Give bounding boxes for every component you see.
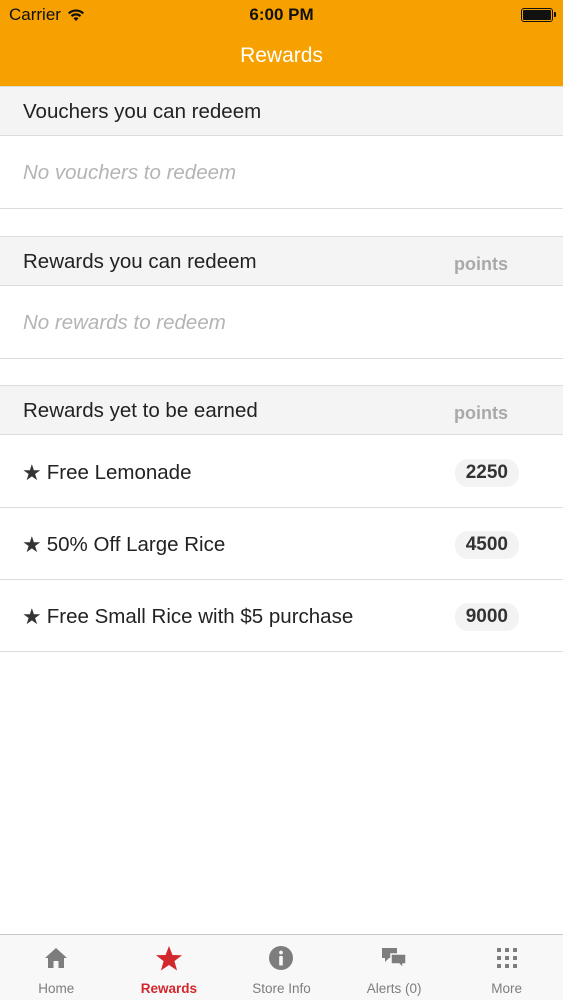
tab-more-label: More bbox=[491, 981, 523, 996]
reward-points-badge: 4500 bbox=[454, 531, 519, 559]
rewards-redeem-points-label: points bbox=[454, 254, 508, 274]
vouchers-header-title: Vouchers you can redeem bbox=[23, 100, 262, 123]
tab-alerts-label: Alerts (0) bbox=[366, 981, 422, 996]
chat-bubbles-icon bbox=[382, 948, 407, 970]
reward-row[interactable]: ★ 50% Off Large Rice 4500 bbox=[0, 508, 563, 580]
tab-home-label: Home bbox=[38, 981, 75, 996]
rewards-redeem-empty-row: No rewards to redeem bbox=[0, 287, 563, 359]
tab-rewards[interactable]: Rewards bbox=[113, 935, 226, 1000]
rewards-redeem-header-title: Rewards you can redeem bbox=[23, 250, 257, 273]
page-title: Rewards bbox=[240, 44, 323, 67]
reward-points-badge: 9000 bbox=[454, 603, 519, 631]
tab-rewards-label: Rewards bbox=[140, 981, 198, 996]
reward-name-wrap: ★ Free Lemonade bbox=[22, 460, 191, 486]
tab-more[interactable]: More bbox=[450, 935, 563, 1000]
tab-alerts[interactable]: Alerts (0) bbox=[338, 935, 451, 1000]
home-icon bbox=[45, 948, 68, 968]
status-time: 6:00 PM bbox=[249, 5, 314, 24]
vouchers-empty-text: No vouchers to redeem bbox=[23, 161, 237, 184]
reward-name-wrap: ★ 50% Off Large Rice bbox=[22, 532, 225, 558]
rewards-redeem-empty-text: No rewards to redeem bbox=[23, 311, 226, 334]
rewards-earn-header-title: Rewards yet to be earned bbox=[23, 399, 258, 422]
reward-name: Free Small Rice with $5 purchase bbox=[46, 605, 354, 628]
tab-bar: Home Rewards Store Info Alerts (0) More bbox=[0, 934, 563, 1000]
tab-home[interactable]: Home bbox=[0, 935, 113, 1000]
info-icon bbox=[269, 946, 294, 970]
star-icon bbox=[155, 945, 182, 970]
reward-name: 50% Off Large Rice bbox=[46, 533, 226, 556]
grid-dots-icon bbox=[496, 948, 517, 968]
reward-row[interactable]: ★ Free Small Rice with $5 purchase 9000 bbox=[0, 580, 563, 652]
tab-store-info[interactable]: Store Info bbox=[225, 935, 338, 1000]
rewards-earn-points-label: points bbox=[454, 403, 508, 423]
tab-store-info-label: Store Info bbox=[252, 981, 311, 996]
star-icon: ★ bbox=[22, 532, 42, 557]
reward-points-badge: 2250 bbox=[454, 459, 519, 487]
star-icon: ★ bbox=[22, 460, 42, 485]
battery-icon bbox=[521, 8, 556, 22]
status-bar: Carrier 6:00 PM bbox=[0, 0, 563, 30]
top-bar: Carrier 6:00 PM Rewards bbox=[0, 0, 563, 86]
rewards-earn-section-header: Rewards yet to be earned points bbox=[0, 385, 563, 435]
vouchers-section-header: Vouchers you can redeem bbox=[0, 86, 563, 136]
reward-name-wrap: ★ Free Small Rice with $5 purchase bbox=[22, 604, 353, 630]
vouchers-empty-row: No vouchers to redeem bbox=[0, 137, 563, 209]
reward-name: Free Lemonade bbox=[46, 461, 192, 484]
star-icon: ★ bbox=[22, 604, 42, 629]
reward-row[interactable]: ★ Free Lemonade 2250 bbox=[0, 436, 563, 508]
rewards-redeem-section-header: Rewards you can redeem points bbox=[0, 236, 563, 286]
